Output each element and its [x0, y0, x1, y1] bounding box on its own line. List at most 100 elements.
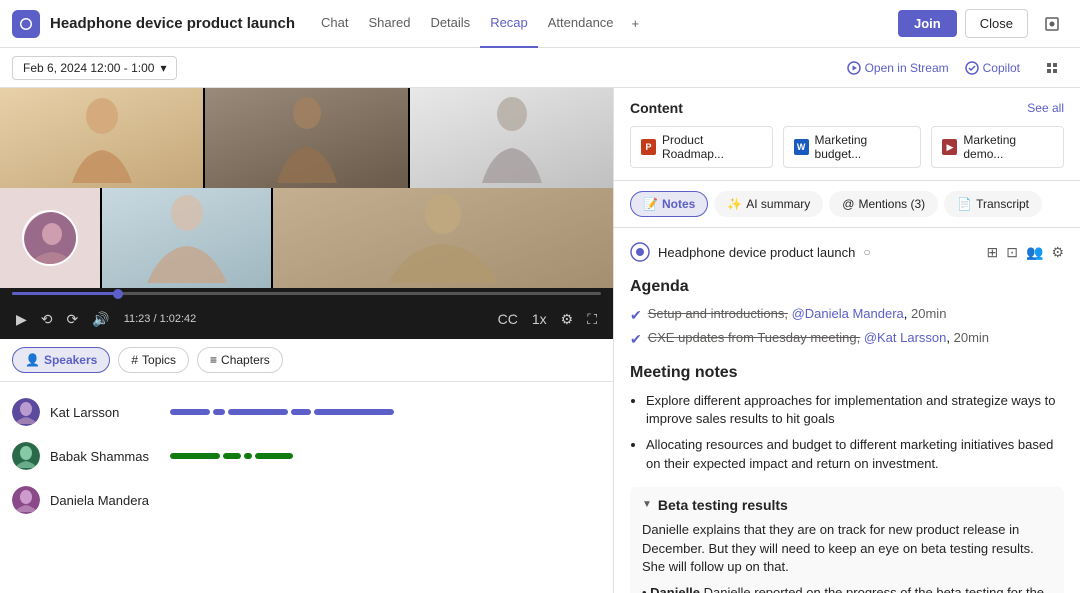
- list-item: Babak Shammas: [0, 434, 613, 478]
- captions-icon[interactable]: CC: [494, 307, 522, 331]
- copy-icon[interactable]: ⊡: [1006, 244, 1018, 261]
- people-icon[interactable]: 👥: [1026, 244, 1043, 261]
- beta-section: ▼ Beta testing results Danielle explains…: [630, 487, 1064, 593]
- ppt-icon: P: [641, 139, 656, 155]
- bullet-item-1: Explore different approaches for impleme…: [646, 392, 1064, 428]
- date-range-text: Feb 6, 2024 12:00 - 1:00: [23, 61, 154, 75]
- beta-title: Beta testing results: [658, 497, 788, 513]
- video-time: 11:23 / 1:02:42: [124, 313, 197, 325]
- tab-chat[interactable]: Chat: [311, 0, 358, 48]
- fullscreen-icon[interactable]: ⛶: [583, 307, 601, 332]
- speaker-name: Babak Shammas: [50, 449, 160, 464]
- avatar: [12, 398, 40, 426]
- app-logo: [12, 10, 40, 38]
- mention-kat: @Kat Larsson: [864, 330, 947, 345]
- file-item[interactable]: ▶ Marketing demo...: [931, 126, 1064, 168]
- tab-notes[interactable]: 📝 Notes: [630, 191, 708, 217]
- add-tab-button[interactable]: +: [624, 16, 648, 31]
- tab-attendance[interactable]: Attendance: [538, 0, 624, 48]
- sub-header: Feb 6, 2024 12:00 - 1:00 ▾ Open in Strea…: [0, 48, 1080, 88]
- beta-bullet: • Danielle Danielle reported on the prog…: [642, 585, 1052, 593]
- join-button[interactable]: Join: [898, 10, 957, 37]
- meeting-actions: ⊞ ⊡ 👥 ⚙: [987, 244, 1064, 261]
- speaker-bars: [170, 453, 601, 459]
- controls-bar: ▶ ⟲ ⟳ 🔊 11:23 / 1:02:42 CC 1x ⚙ ⛶: [0, 299, 613, 339]
- rewind-icon[interactable]: ⟲: [37, 307, 57, 332]
- mention-icon: @: [842, 197, 854, 211]
- tab-details[interactable]: Details: [420, 0, 480, 48]
- speaker-bars: [170, 409, 601, 415]
- copilot-button[interactable]: Copilot: [965, 61, 1020, 75]
- content-files: P Product Roadmap... W Marketing budget.…: [630, 126, 1064, 168]
- main-content: ▶ ⟲ ⟳ 🔊 11:23 / 1:02:42 CC 1x ⚙ ⛶ 👤 Spea…: [0, 88, 1080, 593]
- tab-pill-topics[interactable]: # Topics: [118, 347, 189, 373]
- meeting-notes-section: Meeting notes Explore different approach…: [630, 364, 1064, 473]
- left-panel: ▶ ⟲ ⟳ 🔊 11:23 / 1:02:42 CC 1x ⚙ ⛶ 👤 Spea…: [0, 88, 614, 593]
- speakers-icon: 👤: [25, 353, 40, 367]
- tab-transcript[interactable]: 📄 Transcript: [944, 191, 1042, 217]
- progress-bar-container[interactable]: [0, 288, 613, 299]
- tab-shared[interactable]: Shared: [359, 0, 421, 48]
- header-tabs: Chat Shared Details Recap Attendance +: [311, 0, 898, 48]
- header-actions: Join Close: [898, 8, 1068, 40]
- expand-icon[interactable]: [1036, 52, 1068, 84]
- play-icon[interactable]: ▶: [12, 307, 31, 332]
- grid-view-icon[interactable]: ⊞: [987, 244, 999, 261]
- status-dot: ○: [863, 245, 870, 259]
- check-icon-1: ✔: [630, 307, 642, 324]
- see-all-button[interactable]: See all: [1027, 101, 1064, 115]
- list-item: Daniela Mandera: [0, 478, 613, 522]
- list-item: Kat Larsson: [0, 390, 613, 434]
- progress-bar[interactable]: [12, 292, 601, 295]
- file-item[interactable]: W Marketing budget...: [783, 126, 922, 168]
- notes-tab-icon: 📝: [643, 197, 658, 211]
- video-cell-6: [273, 188, 613, 288]
- video-cell-4: [0, 188, 100, 288]
- chevron-down-icon: ▾: [160, 61, 166, 75]
- collapse-icon: ▼: [642, 499, 652, 510]
- bullet-item-2: Allocating resources and budget to diffe…: [646, 436, 1064, 472]
- video-icon: ▶: [942, 139, 957, 155]
- file-item[interactable]: P Product Roadmap...: [630, 126, 773, 168]
- tab-mentions[interactable]: @ Mentions (3): [829, 191, 938, 217]
- speakers-bar: 👤 Speakers # Topics ≡ Chapters: [0, 339, 613, 382]
- ai-icon: ✨: [727, 197, 742, 211]
- close-button[interactable]: Close: [965, 9, 1028, 38]
- settings-icon[interactable]: [1036, 8, 1068, 40]
- notes-content: Headphone device product launch ○ ⊞ ⊡ 👥 …: [614, 228, 1080, 593]
- notes-tabs: 📝 Notes ✨ AI summary @ Mentions (3) 📄 Tr…: [614, 181, 1080, 228]
- beta-title-row[interactable]: ▼ Beta testing results: [642, 497, 1052, 513]
- volume-icon[interactable]: 🔊: [88, 307, 113, 332]
- beta-text: Danielle explains that they are on track…: [642, 521, 1052, 578]
- tab-pill-chapters[interactable]: ≡ Chapters: [197, 347, 283, 373]
- video-cell-3: [410, 88, 613, 188]
- sub-header-right: Open in Stream Copilot: [847, 52, 1068, 84]
- avatar: [12, 442, 40, 470]
- chapters-icon: ≡: [210, 353, 217, 367]
- video-row-1: [0, 88, 613, 188]
- transcript-icon: 📄: [957, 197, 972, 211]
- agenda-item-2: ✔ CXE updates from Tuesday meeting, @Kat…: [630, 330, 1064, 348]
- check-icon-2: ✔: [630, 331, 642, 348]
- speed-button[interactable]: 1x: [528, 307, 551, 331]
- forward-icon[interactable]: ⟳: [63, 307, 83, 332]
- tab-pill-speakers[interactable]: 👤 Speakers: [12, 347, 110, 373]
- word-icon: W: [794, 139, 809, 155]
- avatar: [12, 486, 40, 514]
- video-cell-5: [102, 188, 271, 288]
- meeting-notes-list: Explore different approaches for impleme…: [630, 392, 1064, 473]
- open-in-stream-button[interactable]: Open in Stream: [847, 61, 949, 75]
- date-selector[interactable]: Feb 6, 2024 12:00 - 1:00 ▾: [12, 56, 177, 80]
- gear-icon[interactable]: ⚙: [557, 307, 578, 332]
- agenda-section: Agenda ✔ Setup and introductions, @Danie…: [630, 278, 1064, 348]
- tab-ai-summary[interactable]: ✨ AI summary: [714, 191, 823, 217]
- more-options-icon[interactable]: ⚙: [1051, 244, 1064, 261]
- page-title: Headphone device product launch: [50, 15, 295, 32]
- speaker-name: Daniela Mandera: [50, 493, 160, 508]
- tab-recap[interactable]: Recap: [480, 0, 538, 48]
- meeting-icon: [630, 242, 650, 262]
- content-label: Content: [630, 100, 683, 116]
- mention-daniela: @Daniela Mandera: [792, 306, 904, 321]
- video-row-2: [0, 188, 613, 288]
- content-section: Content See all P Product Roadmap... W M…: [614, 88, 1080, 181]
